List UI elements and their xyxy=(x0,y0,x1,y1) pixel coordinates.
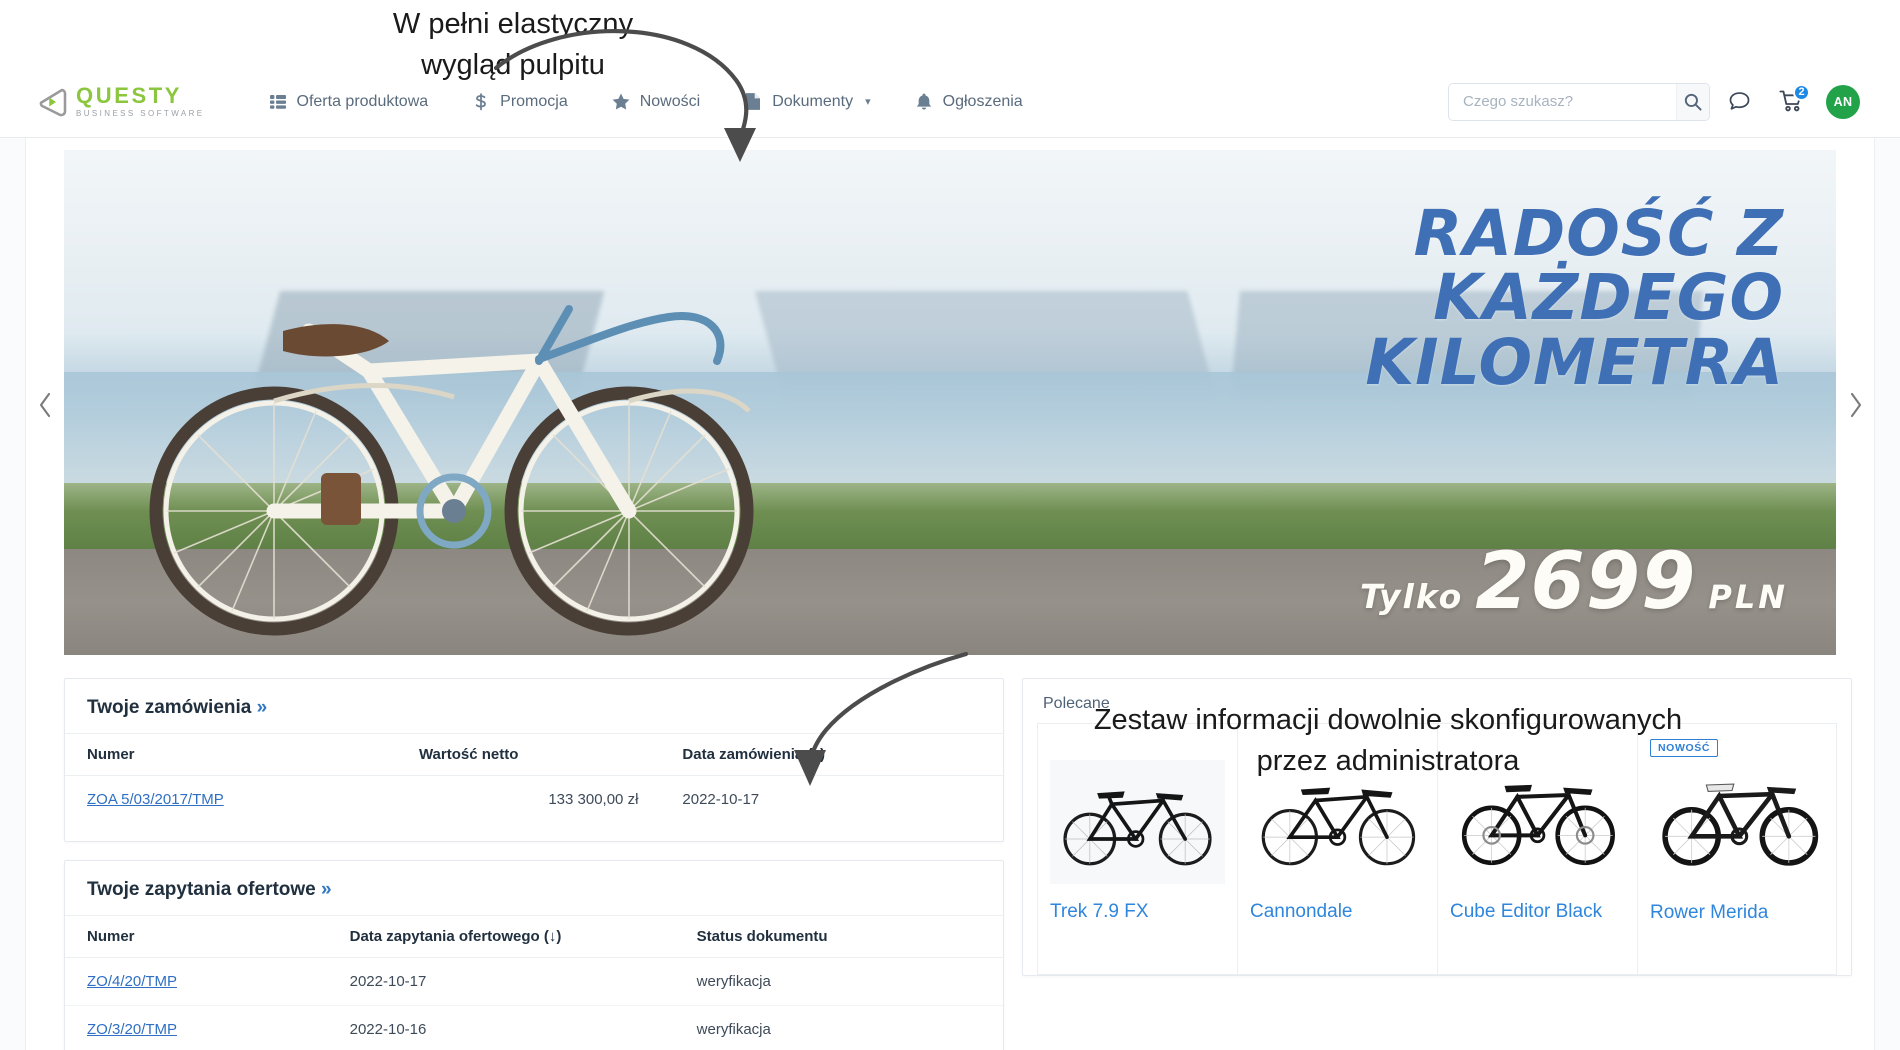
orders-title-arrows: » xyxy=(256,697,268,718)
slide-headline: Radość z każdego kilometra xyxy=(1365,197,1784,399)
price-currency: PLN xyxy=(1708,578,1788,616)
orders-col-wartosc[interactable]: Wartość netto xyxy=(396,733,661,776)
offer-document-link[interactable]: ZO/3/20/TMP xyxy=(87,1021,177,1038)
nav-label: Promocja xyxy=(500,92,568,110)
table-row[interactable]: ZO/4/20/TMP 2022-10-17 weryfikacja xyxy=(65,957,1003,1006)
nav-label: Nowości xyxy=(639,92,701,110)
application-window: QUESTY BUSINESS SOFTWARE Oferta produkto… xyxy=(0,66,1900,1050)
offers-col-data[interactable]: Data zapytania ofertowego (↓) xyxy=(327,915,675,958)
bell-icon xyxy=(915,93,933,111)
product-name[interactable]: Rower Merida xyxy=(1650,901,1824,925)
orders-title-text: Twoje zamówienia xyxy=(87,697,252,718)
carousel-slide[interactable]: Radość z każdego kilometra Tylko 2699 PL… xyxy=(64,150,1836,655)
orders-cell-numer: ZOA 5/03/2017/TMP xyxy=(65,776,397,824)
chevron-right-icon xyxy=(1850,392,1861,418)
orders-col-numer[interactable]: Numer xyxy=(65,733,397,776)
carousel-prev-button[interactable] xyxy=(32,385,58,425)
offers-table: Numer Data zapytania ofertowego (↓) Stat… xyxy=(65,915,1003,1050)
offers-header-row: Numer Data zapytania ofertowego (↓) Stat… xyxy=(65,915,1003,958)
chat-bubble-icon xyxy=(1729,92,1749,110)
list-grid-icon xyxy=(269,93,287,111)
order-document-link[interactable]: ZOA 5/03/2017/TMP xyxy=(87,791,224,808)
content-canvas: Radość z każdego kilometra Tylko 2699 PL… xyxy=(0,138,1900,1050)
nav-item-ogloszenia[interactable]: Ogłoszenia xyxy=(893,66,1045,138)
offers-col-status[interactable]: Status dokumentu xyxy=(674,915,1003,958)
messages-button[interactable] xyxy=(1716,79,1762,125)
document-icon xyxy=(744,93,762,111)
orders-col-data[interactable]: Data zamówienia (↓) xyxy=(660,733,1003,776)
orders-cell-wartosc: 133 300,00 zł xyxy=(548,791,639,808)
nav-label: Oferta produktowa xyxy=(296,92,429,110)
slide-price: Tylko 2699 PLN xyxy=(1360,537,1788,627)
logo-wordmark: QUESTY xyxy=(76,83,183,108)
star-icon xyxy=(612,93,630,111)
cart-count-badge: 2 xyxy=(1793,83,1810,101)
bicycle-icon xyxy=(1461,784,1615,865)
chevron-down-icon: ▾ xyxy=(865,96,871,108)
orders-cell-data: 2022-10-17 xyxy=(682,791,760,808)
offers-col-numer[interactable]: Numer xyxy=(65,915,328,958)
annotation-top-text: W pełni elastyczny wygląd pulpitu xyxy=(392,8,634,82)
table-row[interactable]: ZO/3/20/TMP 2022-10-16 weryfikacja xyxy=(65,1006,1003,1050)
annotation-bottom-text: Zestaw informacji dowolnie skonfigurowan… xyxy=(1093,704,1683,778)
price-value: 2699 xyxy=(1475,537,1697,627)
search-input[interactable] xyxy=(1449,83,1676,120)
nav-label: Ogłoszenia xyxy=(942,92,1023,110)
brand-logo[interactable]: QUESTY BUSINESS SOFTWARE xyxy=(38,85,205,118)
dollar-icon xyxy=(472,92,490,111)
offers-cell-numer: ZO/3/20/TMP xyxy=(65,1006,328,1050)
dashboard-left-column: Twoje zamówienia » Numer Wartość netto D… xyxy=(64,678,1004,1050)
cart-button[interactable]: 2 xyxy=(1768,79,1814,125)
orders-panel-title[interactable]: Twoje zamówienia » xyxy=(65,679,1003,733)
hero-carousel: Radość z każdego kilometra Tylko 2699 PL… xyxy=(26,150,1874,660)
search-box[interactable] xyxy=(1448,82,1710,121)
offers-cell-numer: ZO/4/20/TMP xyxy=(65,957,328,1006)
price-prefix: Tylko xyxy=(1359,577,1464,616)
avatar[interactable]: AN xyxy=(1826,84,1860,119)
offers-title-arrows: » xyxy=(321,879,332,900)
offers-cell-status: weryfikacja xyxy=(696,1021,771,1038)
nav-label: Dokumenty xyxy=(772,92,854,110)
bicycle-icon xyxy=(1063,790,1212,865)
table-row[interactable]: ZOA 5/03/2017/TMP 133 300,00 zł 2022-10-… xyxy=(65,776,1003,824)
search-button[interactable] xyxy=(1676,83,1709,120)
carousel-next-button[interactable] xyxy=(1842,385,1868,425)
bicycle-icon xyxy=(1261,787,1416,865)
header-actions: 2 AN xyxy=(1448,79,1860,125)
questy-triangle-icon xyxy=(39,88,67,116)
product-name[interactable]: Trek 7.9 FX xyxy=(1050,900,1225,924)
logo-tagline: BUSINESS SOFTWARE xyxy=(76,109,205,118)
offers-cell-data: 2022-10-17 xyxy=(327,957,675,1006)
offers-cell-data: 2022-10-16 xyxy=(349,1021,427,1038)
product-name[interactable]: Cannondale xyxy=(1250,900,1425,924)
offers-title-text: Twoje zapytania ofertowe xyxy=(87,879,316,900)
dashboard-page: Radość z każdego kilometra Tylko 2699 PL… xyxy=(25,138,1875,1050)
orders-header-row: Numer Wartość netto Data zamówienia (↓) xyxy=(65,733,1003,776)
offers-panel-title[interactable]: Twoje zapytania ofertowe » xyxy=(65,861,1003,915)
chevron-left-icon xyxy=(39,392,50,418)
offers-panel: Twoje zapytania ofertowe » Numer Data za… xyxy=(64,860,1004,1050)
search-icon xyxy=(1684,93,1702,111)
product-name[interactable]: Cube Editor Black xyxy=(1450,900,1625,924)
offer-document-link[interactable]: ZO/4/20/TMP xyxy=(87,973,177,990)
orders-panel: Twoje zamówienia » Numer Wartość netto D… xyxy=(64,678,1004,842)
bicycle-photo-illustration xyxy=(149,305,754,636)
bicycle-icon xyxy=(1661,783,1818,866)
orders-table: Numer Wartość netto Data zamówienia (↓) … xyxy=(65,733,1003,823)
offers-cell-status: weryfikacja xyxy=(674,957,1003,1006)
